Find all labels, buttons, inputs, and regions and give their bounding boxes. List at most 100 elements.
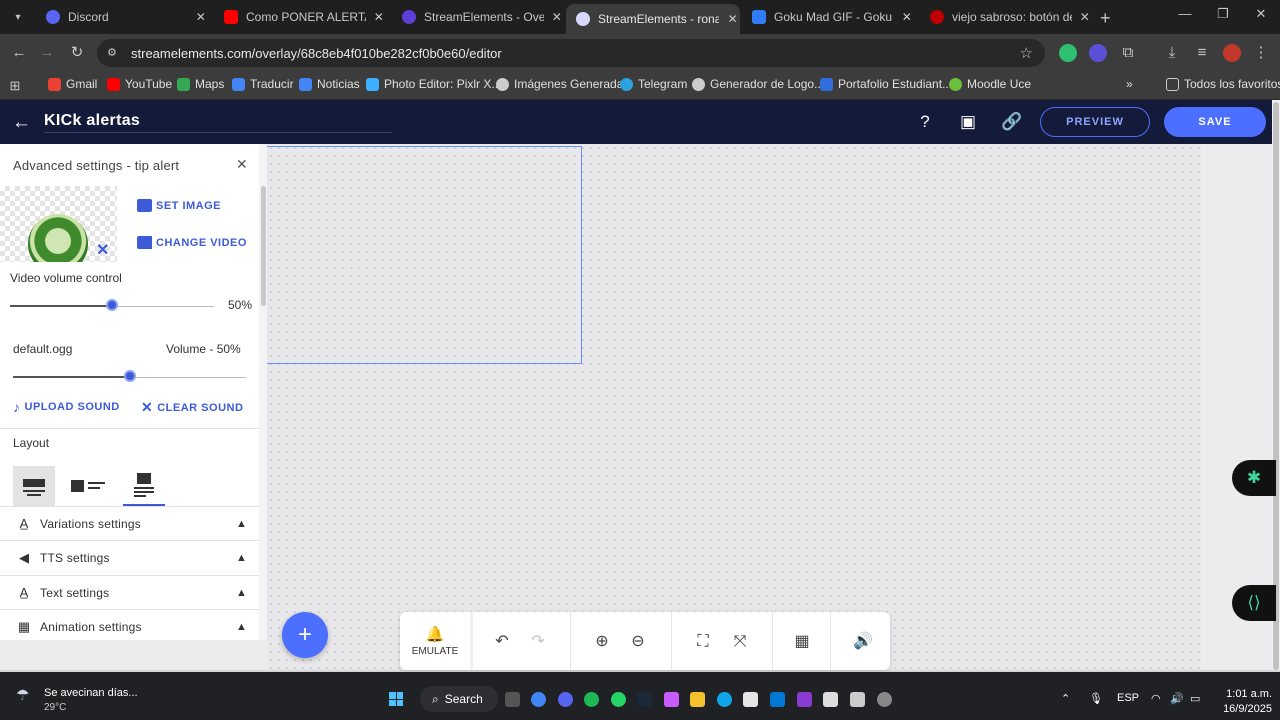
tab-close-icon[interactable]: ✕: [194, 10, 208, 24]
bookmark-noticias[interactable]: Noticias: [299, 77, 360, 91]
discord-taskbar-icon[interactable]: [558, 692, 573, 707]
alert-widget-bounds[interactable]: [267, 146, 582, 364]
apps-grid-icon[interactable]: ⊞: [4, 75, 26, 97]
address-bar[interactable]: ⚙ streamelements.com/overlay/68c8eb4f010…: [97, 39, 1045, 67]
change-video-button[interactable]: CHANGE VIDEO: [137, 236, 247, 249]
video-volume-slider-handle[interactable]: [106, 299, 118, 311]
spotify-taskbar-icon[interactable]: [584, 692, 599, 707]
bookmark-star-icon[interactable]: ☆: [1020, 44, 1033, 62]
weather-rain-icon[interactable]: ☂: [16, 686, 29, 704]
tab-streamelements-editor[interactable]: StreamElements - ronaldr ✕: [566, 4, 740, 34]
help-icon[interactable]: ?: [914, 112, 936, 134]
redo-icon[interactable]: ↷: [527, 631, 549, 653]
layout-option-image-top[interactable]: [123, 466, 165, 506]
upload-sound-button[interactable]: ♪ UPLOAD SOUND: [13, 399, 120, 415]
extension-green-icon[interactable]: [1059, 44, 1077, 62]
zoom-out-icon[interactable]: ⊖: [627, 631, 649, 653]
zoom-in-icon[interactable]: ⊕: [591, 631, 613, 653]
sound-icon[interactable]: 🔊: [852, 631, 874, 653]
visual-studio-taskbar-icon[interactable]: [797, 692, 812, 707]
overlay-settings-icon[interactable]: ▣: [957, 112, 979, 134]
remove-image-icon[interactable]: ✕: [96, 240, 109, 260]
bookmark-maps[interactable]: Maps: [177, 77, 224, 91]
overlay-name-input[interactable]: KICk alertas: [44, 112, 140, 130]
ai-assistant-icon[interactable]: ✱: [1232, 460, 1276, 496]
tab-streamelements-overlays[interactable]: StreamElements - Overlays ✕: [392, 4, 564, 30]
reading-list-icon[interactable]: ≡: [1191, 42, 1213, 64]
forward-icon[interactable]: →: [36, 42, 58, 64]
tab-close-icon[interactable]: ✕: [372, 10, 386, 24]
edge-taskbar-icon[interactable]: [717, 692, 732, 707]
language-indicator[interactable]: ESP: [1117, 692, 1139, 704]
outlook-taskbar-icon[interactable]: [770, 692, 785, 707]
url-text[interactable]: streamelements.com/overlay/68c8eb4f010be…: [131, 46, 502, 61]
bookmark-portafolio[interactable]: Portafolio Estudiant...: [820, 77, 952, 91]
bookmark-telegram[interactable]: Telegram: [620, 77, 687, 91]
extension-purple-icon[interactable]: [1089, 44, 1107, 62]
restore-icon[interactable]: ❐: [1208, 6, 1238, 22]
sound-volume-slider-handle[interactable]: [124, 370, 136, 382]
steam-taskbar-icon[interactable]: [637, 692, 652, 707]
tab-youtube[interactable]: Como PONER ALERTAS de ✕: [214, 4, 386, 30]
layout-option-image-above[interactable]: [13, 466, 55, 506]
preview-button[interactable]: PREVIEW: [1040, 107, 1150, 137]
windows-start-icon[interactable]: [389, 692, 403, 706]
file-explorer-taskbar-icon[interactable]: [690, 692, 705, 707]
tab-giphy[interactable]: Goku Mad GIF - Goku Mad ✕: [742, 4, 914, 30]
add-widget-button[interactable]: +: [282, 612, 328, 658]
save-button[interactable]: SAVE: [1164, 107, 1266, 137]
set-image-button[interactable]: SET IMAGE: [137, 199, 221, 212]
grid-icon[interactable]: ▦: [791, 631, 813, 653]
store-taskbar-icon[interactable]: [743, 692, 758, 707]
tab-search-button[interactable]: ▾: [8, 7, 28, 27]
panel-scrollbar[interactable]: [259, 144, 267, 640]
whatsapp-taskbar-icon[interactable]: [611, 692, 626, 707]
wifi-icon[interactable]: ◠: [1151, 692, 1161, 705]
tab-close-icon[interactable]: ✕: [725, 12, 740, 26]
tab-close-icon[interactable]: ✕: [900, 10, 914, 24]
microphone-icon[interactable]: 🎙: [1089, 692, 1103, 705]
code-view-icon[interactable]: ⟨⟩: [1232, 585, 1276, 621]
tts-settings-section[interactable]: ◀ TTS settings ▲: [0, 540, 259, 574]
extensions-puzzle-icon[interactable]: ⧉: [1117, 42, 1139, 64]
bookmarks-overflow-icon[interactable]: »: [1126, 77, 1133, 91]
fit-to-screen-icon[interactable]: ⤧: [729, 631, 751, 653]
bookmark-moodle[interactable]: Moodle Uce: [949, 77, 1031, 91]
fullscreen-icon[interactable]: ⛶: [692, 631, 714, 653]
link-icon[interactable]: 🔗: [1001, 112, 1023, 134]
weather-headline[interactable]: Se avecinan días...: [44, 687, 138, 699]
close-window-icon[interactable]: ✕: [1246, 6, 1276, 22]
chrome-menu-icon[interactable]: ⋮: [1250, 42, 1272, 64]
site-info-icon[interactable]: ⚙: [107, 46, 121, 60]
clear-sound-button[interactable]: ✕ CLEAR SOUND: [141, 399, 243, 416]
tab-close-icon[interactable]: ✕: [550, 10, 564, 24]
volume-icon[interactable]: 🔊: [1170, 692, 1184, 705]
tray-overflow-icon[interactable]: ⌃: [1061, 692, 1070, 705]
clock-date[interactable]: 16/9/2025: [1212, 703, 1272, 715]
close-panel-icon[interactable]: ✕: [236, 156, 248, 173]
bookmark-logo[interactable]: Generador de Logo...: [692, 77, 824, 91]
taskbar-search[interactable]: ⌕ Search: [420, 686, 498, 712]
minimize-icon[interactable]: —: [1170, 6, 1200, 21]
app-taskbar-icon[interactable]: [850, 692, 865, 707]
back-icon[interactable]: ←: [8, 42, 30, 64]
profile-avatar-icon[interactable]: [1223, 44, 1241, 62]
bookmark-youtube[interactable]: YouTube: [107, 77, 172, 91]
all-bookmarks-folder[interactable]: Todos los favoritos: [1166, 77, 1280, 91]
variations-settings-section[interactable]: A̲ Variations settings ▲: [0, 506, 259, 540]
new-tab-plus-icon[interactable]: +: [1100, 8, 1111, 29]
chrome-taskbar-icon[interactable]: [531, 692, 546, 707]
calculator-taskbar-icon[interactable]: [823, 692, 838, 707]
tab-viejo-sabroso[interactable]: viejo sabroso: botón de e ✕: [920, 4, 1092, 30]
bookmark-pixlr[interactable]: Photo Editor: Pixlr X...: [366, 77, 501, 91]
reload-icon[interactable]: ↻: [66, 42, 88, 64]
task-view-icon[interactable]: [505, 692, 520, 707]
layout-option-image-left[interactable]: [67, 466, 109, 506]
tab-discord[interactable]: Discord ✕: [36, 4, 208, 30]
emulate-button[interactable]: 🔔 EMULATE: [400, 612, 470, 670]
panel-scrollbar-thumb[interactable]: [261, 186, 266, 306]
tab-close-icon[interactable]: ✕: [1078, 10, 1092, 24]
battery-icon[interactable]: ▭: [1190, 692, 1200, 705]
text-settings-section[interactable]: A̲ Text settings ▲: [0, 575, 259, 609]
settings-taskbar-icon[interactable]: [877, 692, 892, 707]
